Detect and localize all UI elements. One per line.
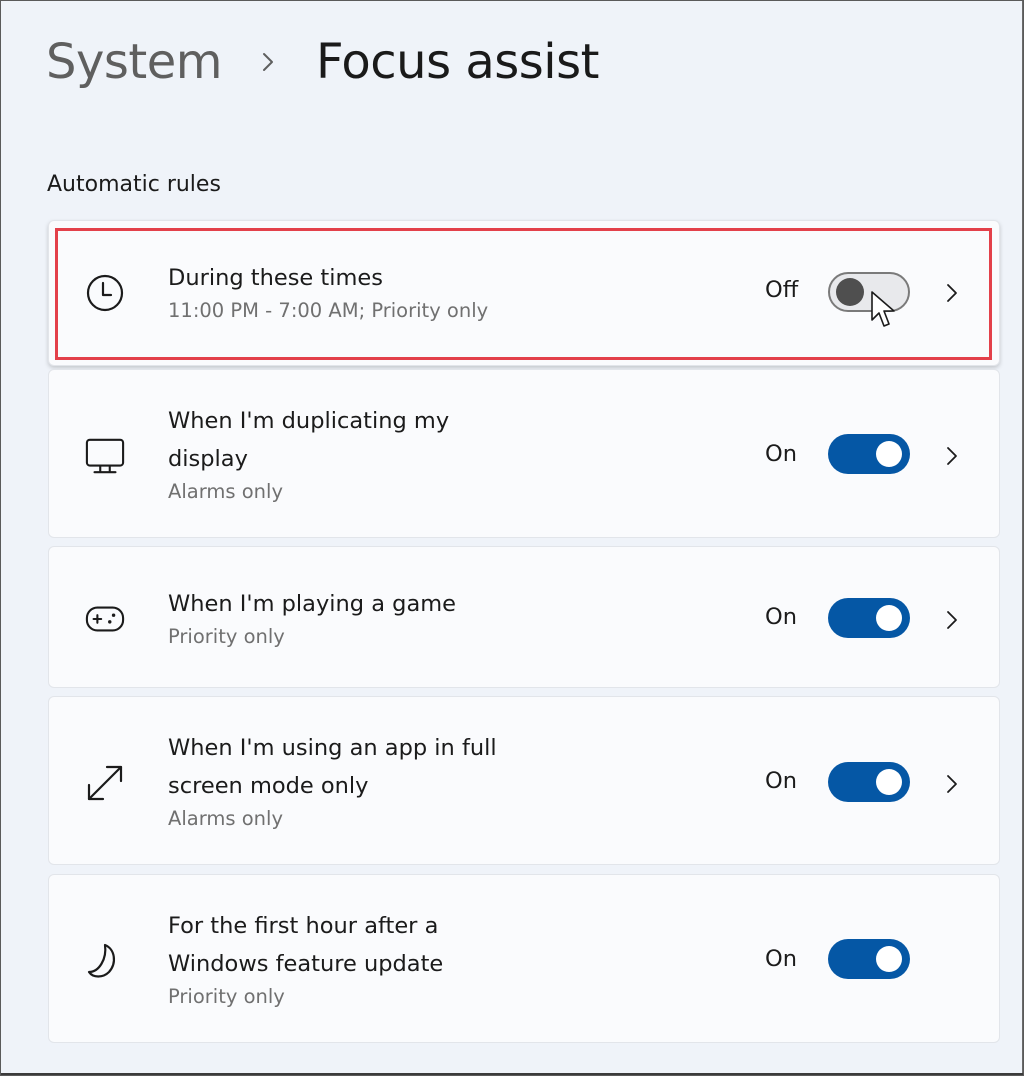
rule-subtitle: Alarms only — [168, 807, 283, 830]
rule-during-these-times[interactable]: During these times 11:00 PM - 7:00 AM; P… — [48, 220, 1000, 366]
rule-title: During these times — [168, 265, 383, 291]
toggle-knob — [876, 946, 902, 972]
toggle-knob — [876, 769, 902, 795]
rule-subtitle: Priority only — [168, 985, 285, 1008]
mouse-cursor-icon — [870, 290, 898, 334]
rule-full-screen-app[interactable]: When I'm using an app in full screen mod… — [48, 696, 1000, 865]
toggle-state-label: On — [765, 604, 797, 630]
section-title: Automatic rules — [47, 172, 221, 197]
feature-update-toggle[interactable] — [828, 939, 910, 979]
duplicating-display-toggle[interactable] — [828, 434, 910, 474]
fullscreen-arrows-icon — [85, 763, 125, 803]
rule-title-line1: For the first hour after a — [168, 913, 439, 939]
rule-duplicating-display[interactable]: When I'm duplicating my display Alarms o… — [48, 369, 1000, 538]
toggle-knob — [876, 441, 902, 467]
rule-title-line2: screen mode only — [168, 773, 369, 799]
toggle-knob — [836, 278, 864, 306]
chevron-right-icon[interactable] — [942, 606, 962, 634]
breadcrumb-parent-system[interactable]: System — [46, 34, 223, 90]
toggle-state-label: On — [765, 768, 797, 794]
playing-game-toggle[interactable] — [828, 598, 910, 638]
chevron-right-icon — [256, 42, 280, 82]
clock-icon — [85, 273, 125, 313]
rule-subtitle: Alarms only — [168, 480, 283, 503]
gamepad-icon — [85, 599, 125, 639]
breadcrumb: System Focus assist — [46, 34, 599, 90]
rule-title-line2: display — [168, 446, 248, 472]
toggle-state-label: On — [765, 946, 797, 972]
chevron-right-icon[interactable] — [942, 442, 962, 470]
rule-title-line1: When I'm duplicating my — [168, 408, 450, 434]
full-screen-app-toggle[interactable] — [828, 762, 910, 802]
rule-title: When I'm playing a game — [168, 591, 457, 617]
chevron-right-icon[interactable] — [942, 279, 962, 307]
monitor-icon — [85, 436, 125, 476]
page-title: Focus assist — [316, 34, 599, 90]
rule-after-feature-update[interactable]: For the first hour after a Windows featu… — [48, 874, 1000, 1043]
toggle-state-label: Off — [765, 277, 799, 303]
rule-subtitle: Priority only — [168, 625, 285, 648]
rule-title-line2: Windows feature update — [168, 951, 444, 977]
rule-playing-game[interactable]: When I'm playing a game Priority only On — [48, 546, 1000, 688]
toggle-state-label: On — [765, 441, 797, 467]
chevron-right-icon[interactable] — [942, 770, 962, 798]
moon-icon — [85, 941, 125, 981]
rule-title-line1: When I'm using an app in full — [168, 735, 497, 761]
toggle-knob — [876, 605, 902, 631]
rule-subtitle: 11:00 PM - 7:00 AM; Priority only — [168, 299, 489, 322]
